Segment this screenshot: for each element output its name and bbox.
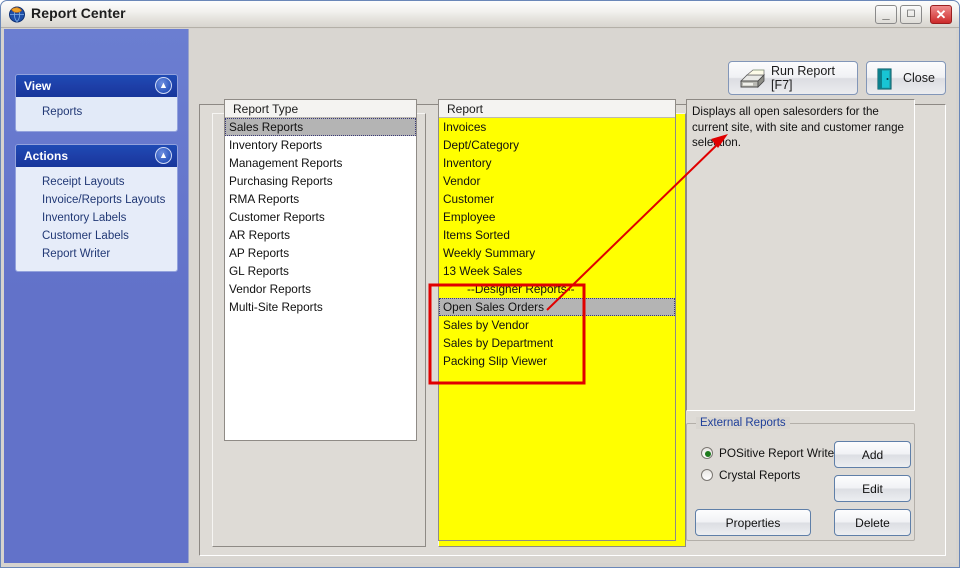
close-label: Close (903, 71, 935, 85)
sidebar-panel-view: View ▲ Reports (15, 74, 178, 132)
sidebar-item-report-writer[interactable]: Report Writer (16, 245, 177, 263)
report-item[interactable]: Items Sorted (439, 226, 675, 244)
report-item[interactable]: Inventory (439, 154, 675, 172)
report-listbox[interactable]: Report Invoices Dept/Category Inventory Ven… (438, 99, 676, 541)
window-title: Report Center (31, 5, 126, 21)
edit-button[interactable]: Edit (834, 475, 911, 502)
report-items[interactable]: Invoices Dept/Category Inventory Vendor Cust… (439, 118, 675, 540)
sidebar-item-customer-labels[interactable]: Customer Labels (16, 227, 177, 245)
report-item[interactable]: Sales by Department (439, 334, 675, 352)
sidebar-item-receipt-layouts[interactable]: Receipt Layouts (16, 173, 177, 191)
report-type-item[interactable]: Inventory Reports (225, 136, 416, 154)
report-type-item[interactable]: AR Reports (225, 226, 416, 244)
report-item[interactable]: Customer (439, 190, 675, 208)
report-type-item[interactable]: RMA Reports (225, 190, 416, 208)
report-type-item[interactable]: AP Reports (225, 244, 416, 262)
app-globe-icon (8, 5, 26, 23)
add-button[interactable]: Add (834, 441, 911, 468)
report-item[interactable]: Weekly Summary (439, 244, 675, 262)
close-button[interactable]: Close (866, 61, 946, 95)
report-description: Displays all open salesorders for the cu… (686, 99, 915, 411)
sidebar-panel-actions-body: Receipt Layouts Invoice/Reports Layouts … (16, 167, 177, 271)
external-reports-legend: External Reports (696, 417, 790, 429)
report-item[interactable]: Vendor (439, 172, 675, 190)
report-type-item[interactable]: GL Reports (225, 262, 416, 280)
printer-icon (737, 68, 767, 90)
sidebar-panel-view-header: View ▲ (16, 75, 177, 97)
application-window: Report Center _ ☐ ✕ View ▲ Reports Actio… (0, 0, 960, 568)
report-type-item[interactable]: Vendor Reports (225, 280, 416, 298)
sidebar-panel-actions: Actions ▲ Receipt Layouts Invoice/Report… (15, 144, 178, 272)
radio-positive-label: POSitive Report Writer (719, 446, 839, 460)
report-type-item[interactable]: Customer Reports (225, 208, 416, 226)
chevron-up-icon[interactable]: ▲ (155, 147, 172, 164)
maximize-icon: ☐ (906, 8, 916, 20)
radio-unselected-icon (701, 469, 713, 481)
delete-button[interactable]: Delete (834, 509, 911, 536)
run-report-button[interactable]: Run Report [F7] (728, 61, 858, 95)
report-header: Report (439, 100, 675, 118)
report-item[interactable]: Dept/Category (439, 136, 675, 154)
minimize-button[interactable]: _ (875, 5, 897, 24)
minimize-icon: _ (882, 6, 890, 21)
report-type-listbox[interactable]: Report Type Sales Reports Inventory Repor… (224, 99, 417, 441)
report-type-items[interactable]: Sales Reports Inventory Reports Management… (225, 118, 416, 440)
sidebar-panel-view-title: View (24, 79, 52, 93)
report-item[interactable]: Packing Slip Viewer (439, 352, 675, 370)
sidebar-item-inventory-labels[interactable]: Inventory Labels (16, 209, 177, 227)
run-report-label: Run Report [F7] (771, 64, 835, 92)
sidebar-panel-actions-title: Actions (24, 149, 69, 163)
maximize-button[interactable]: ☐ (900, 5, 922, 24)
report-type-item[interactable]: Sales Reports (225, 118, 416, 136)
sidebar-item-reports[interactable]: Reports (16, 103, 177, 121)
sidebar-panel-view-body: Reports (16, 97, 177, 131)
sidebar-item-invoice-reports-layouts[interactable]: Invoice/Reports Layouts (16, 191, 177, 209)
radio-crystal-reports[interactable]: Crystal Reports (701, 468, 800, 482)
report-item[interactable]: 13 Week Sales (439, 262, 675, 280)
close-window-button[interactable]: ✕ (930, 5, 952, 24)
report-item[interactable]: --Designer Reports-- (439, 280, 675, 298)
properties-button[interactable]: Properties (695, 509, 811, 536)
report-type-item[interactable]: Management Reports (225, 154, 416, 172)
radio-crystal-label: Crystal Reports (719, 468, 801, 482)
report-item[interactable]: Open Sales Orders (439, 298, 675, 316)
close-icon: ✕ (935, 7, 947, 22)
chevron-up-icon[interactable]: ▲ (155, 77, 172, 94)
report-type-item[interactable]: Multi-Site Reports (225, 298, 416, 316)
radio-positive-report-writer[interactable]: POSitive Report Writer (701, 446, 838, 460)
report-item[interactable]: Employee (439, 208, 675, 226)
sidebar-panel-actions-header: Actions ▲ (16, 145, 177, 167)
radio-selected-icon (701, 447, 713, 459)
report-type-item[interactable]: Purchasing Reports (225, 172, 416, 190)
title-bar: Report Center _ ☐ ✕ (1, 1, 959, 28)
report-type-header: Report Type (225, 100, 416, 118)
report-item[interactable]: Invoices (439, 118, 675, 136)
report-item[interactable]: Sales by Vendor (439, 316, 675, 334)
exit-door-icon (876, 68, 894, 90)
sidebar: View ▲ Reports Actions ▲ Receipt Layouts… (4, 29, 189, 563)
